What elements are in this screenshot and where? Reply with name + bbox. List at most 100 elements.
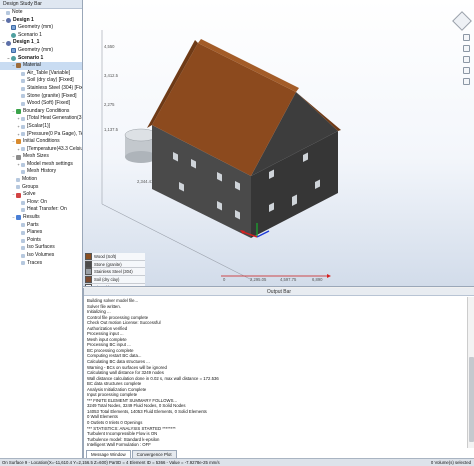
tree-geometry-2[interactable]: Geometry (mm) bbox=[0, 47, 82, 55]
tree-mesh-history[interactable]: Mesh History bbox=[0, 168, 82, 176]
tree-note[interactable]: Note bbox=[0, 9, 82, 17]
ruler-x-label-2: 2,295.05 bbox=[250, 277, 267, 282]
tree-item-label: Note bbox=[12, 9, 23, 15]
res-icon bbox=[16, 215, 21, 221]
legend-swatch bbox=[85, 252, 92, 260]
house-model bbox=[147, 39, 341, 238]
legend-entry: Air_Table bbox=[85, 283, 145, 286]
mat-icon bbox=[16, 63, 21, 69]
tree-item-label: [Total Heat Generation(3.5 bbox=[27, 115, 82, 122]
tree-item-label: [Temperature(43.3 Celsius) bbox=[27, 145, 82, 152]
ruler-x-label-4: 6,890 bbox=[312, 277, 323, 282]
tree-iso-volumes[interactable]: Iso Volumes bbox=[0, 252, 82, 260]
study-tree: Note − Design 1 Geometry (mm) Scenario 1− Des… bbox=[0, 9, 82, 267]
tree-scenario-1-b[interactable]: − Scenario 1 bbox=[0, 55, 82, 63]
status-selection: 0 Volume(s) selected bbox=[430, 460, 471, 465]
legend-entry: Stainless Steel (304) bbox=[85, 268, 145, 277]
status-location: On Surface 9 - Location(X=-11,610.4 Y=2,… bbox=[2, 460, 220, 465]
tree-item-label: Model mesh settings bbox=[27, 160, 73, 167]
output-bar-header: Output Bar bbox=[84, 288, 474, 296]
tree-design-1[interactable]: − Design 1 bbox=[0, 17, 82, 25]
tree-wood[interactable]: Wood (Soft) [Fixed] bbox=[0, 100, 82, 108]
tree-stainless-steel[interactable]: Stainless Steel (304) [Fixed] bbox=[0, 85, 82, 93]
zoom-icon[interactable] bbox=[463, 56, 470, 63]
output-scrollbar[interactable] bbox=[467, 297, 474, 448]
home-view-icon[interactable] bbox=[463, 34, 470, 41]
legend-label: Wood (Soft) bbox=[94, 253, 117, 259]
tree-planes[interactable]: Planes bbox=[0, 229, 82, 237]
orbit-icon[interactable] bbox=[463, 67, 470, 74]
tree-temperature[interactable]: + [Temperature(43.3 Celsius) bbox=[0, 146, 82, 154]
status-bar: On Surface 9 - Location(X=-11,610.4 Y=2,… bbox=[0, 458, 474, 466]
tree-traces[interactable]: Traces bbox=[0, 260, 82, 268]
tree-air-table[interactable]: Air_Table [Variable] bbox=[0, 70, 82, 78]
tree-item-label: Stainless Steel (304) [Fixed] bbox=[27, 84, 82, 91]
tree-item-label: Iso Volumes bbox=[27, 252, 55, 258]
tree-pressure[interactable]: + [Pressure(0 Pa Gage), Tem bbox=[0, 131, 82, 139]
scen-icon bbox=[11, 33, 16, 39]
item-icon bbox=[21, 261, 25, 266]
tree-item-label: Mesh Sizes bbox=[23, 153, 49, 160]
item-icon bbox=[21, 86, 25, 91]
tree-item-label: Flow: On bbox=[27, 198, 48, 205]
tree-heat-transfer-on[interactable]: Heat Transfer: On bbox=[0, 206, 82, 214]
item-icon bbox=[21, 124, 25, 129]
tree-soil[interactable]: Soil (dry clay) [Fixed] bbox=[0, 77, 82, 85]
tree-flow-on[interactable]: Flow: On bbox=[0, 199, 82, 207]
tree-item-label: [Pressure(0 Pa Gage), Tem bbox=[27, 130, 82, 137]
legend-entry: Wood (Soft) bbox=[85, 252, 145, 261]
tree-groups[interactable]: Groups bbox=[0, 184, 82, 192]
ruler-y-label-3: 2,275 bbox=[104, 102, 115, 107]
fit-view-icon[interactable] bbox=[463, 78, 470, 85]
design-study-bar-title: Design Study Bar bbox=[0, 0, 82, 9]
legend-entry: Stone (granite) bbox=[85, 260, 145, 269]
tree-model-mesh-settings[interactable]: + Model mesh settings bbox=[0, 161, 82, 169]
tree-scalar[interactable]: + [Scalar(1)] bbox=[0, 123, 82, 131]
pan-icon[interactable] bbox=[463, 45, 470, 52]
tree-item-label: Stone (granite) [Fixed] bbox=[27, 92, 77, 99]
ruler-y-label-4: 1,137.5 bbox=[104, 127, 119, 132]
tree-material[interactable]: − Material bbox=[0, 62, 82, 70]
geo-icon bbox=[11, 48, 16, 54]
tree-item-label: Air_Table [Variable] bbox=[27, 69, 70, 76]
tree-parts[interactable]: Parts bbox=[0, 222, 82, 230]
tree-stone[interactable]: Stone (granite) [Fixed] bbox=[0, 93, 82, 101]
item-icon bbox=[21, 208, 25, 213]
item-icon bbox=[21, 71, 25, 76]
tab-convergence-plot[interactable]: Convergence Plot bbox=[131, 450, 177, 458]
tree-item-label: Points bbox=[27, 236, 41, 243]
item-icon bbox=[21, 117, 25, 122]
design-icon bbox=[6, 40, 11, 46]
tree-solve-1[interactable]: − Solve bbox=[0, 191, 82, 199]
tree-initial-conditions[interactable]: − Initial Conditions bbox=[0, 138, 82, 146]
tree-design-1-1[interactable]: − Design 1_1 bbox=[0, 39, 82, 47]
view-tools bbox=[463, 34, 471, 89]
legend-entry: Soil (dry clay) bbox=[85, 275, 145, 284]
tree-item-label: Design 1_1 bbox=[13, 39, 40, 46]
tree-item-label: Wood (Soft) [Fixed] bbox=[27, 100, 70, 107]
item-icon bbox=[16, 177, 20, 182]
tree-item-label: Motion bbox=[22, 176, 38, 183]
tree-total-heat[interactable]: + [Total Heat Generation(3.5 bbox=[0, 115, 82, 123]
tree-scenario-1-a[interactable]: Scenario 1 bbox=[0, 32, 82, 40]
tree-item-label: Parts bbox=[27, 221, 39, 228]
tree-motion[interactable]: Motion bbox=[0, 176, 82, 184]
tree-results[interactable]: − Results bbox=[0, 214, 82, 222]
tree-geometry-1[interactable]: Geometry (mm) bbox=[0, 24, 82, 32]
tree-mesh-sizes[interactable]: − Mesh Sizes bbox=[0, 153, 82, 161]
scroll-thumb[interactable] bbox=[469, 357, 474, 442]
legend-label: Air_Table bbox=[94, 285, 111, 286]
tree-item-label: Solve bbox=[23, 191, 36, 198]
tree-iso-surfaces[interactable]: Iso Surfaces bbox=[0, 244, 82, 252]
item-icon bbox=[21, 132, 25, 137]
tree-points[interactable]: Points bbox=[0, 237, 82, 245]
tree-boundary-conditions[interactable]: − Boundary Conditions bbox=[0, 108, 82, 116]
tree-item-label: [Scalar(1)] bbox=[27, 122, 51, 129]
item-icon bbox=[6, 10, 10, 15]
tree-item-label: Geometry (mm) bbox=[18, 24, 53, 31]
model-viewport[interactable]: 4,550 3,412.5 2,275 1,137.5 2,344.41 0 2… bbox=[83, 0, 474, 287]
legend-label: Stainless Steel (304) bbox=[94, 269, 133, 275]
item-icon bbox=[21, 147, 25, 152]
log-line: Intelligent Wall Formulation : OFF bbox=[87, 442, 151, 447]
tab-message-window[interactable]: Message Window bbox=[86, 450, 131, 458]
